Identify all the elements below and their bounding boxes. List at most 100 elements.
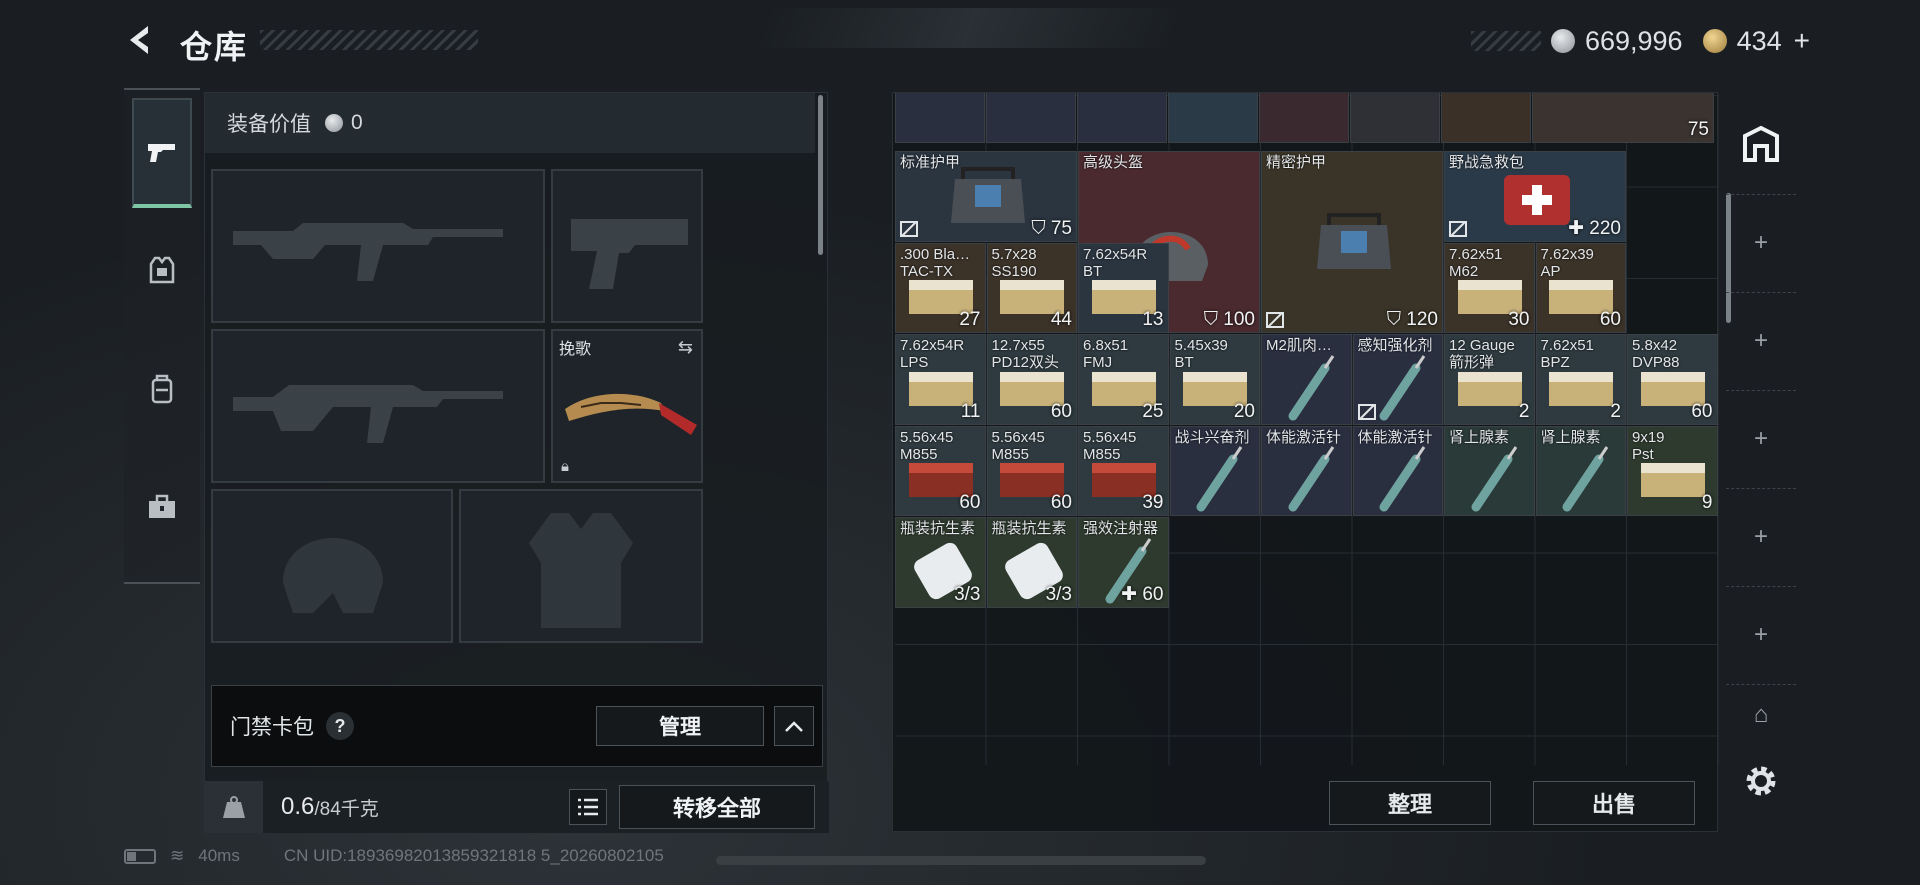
secondary-weapon-slot[interactable] xyxy=(211,329,545,483)
help-button[interactable]: ? xyxy=(326,712,354,740)
loadout-panel: 装备价值 0 挽歌 ⇆ 🔒︎ 门禁卡包 ? 管理 0.6 /84千克 转移全部 xyxy=(204,92,829,833)
loadout-scrollbar[interactable] xyxy=(818,95,823,255)
partial-item-cell[interactable] xyxy=(1350,93,1440,143)
item-name: 7.62x39 AP xyxy=(1540,245,1594,280)
stash-tab-add[interactable]: + xyxy=(1726,194,1796,290)
ping-value: 40ms xyxy=(198,846,240,865)
currency-decoration xyxy=(1470,31,1541,51)
item-count: 75 xyxy=(1687,119,1709,140)
item-name: 5.45x39 BT xyxy=(1174,337,1228,371)
list-view-button[interactable] xyxy=(569,789,607,825)
item-name: 5.56x45 M855 xyxy=(991,428,1045,463)
item-count: 3/3 xyxy=(1045,583,1072,605)
partial-item-cell[interactable]: 75 xyxy=(1532,93,1714,143)
building-icon xyxy=(1743,125,1779,162)
stash-item[interactable]: 标准护甲 ⛉ 75 xyxy=(895,151,1077,242)
stash-item[interactable]: 5.8x42 DVP88 60 xyxy=(1627,334,1718,425)
stash-item[interactable]: 战斗兴奋剂 xyxy=(1169,425,1260,516)
sidearm-slot[interactable] xyxy=(551,169,703,323)
uid-text: CN UID:18936982013859321818 5_2026080210… xyxy=(283,846,664,865)
stash-item[interactable]: 7.62x54R BT 13 xyxy=(1078,242,1169,333)
partial-item-cell[interactable] xyxy=(1441,93,1531,143)
tab-weapons[interactable] xyxy=(132,98,192,208)
helmet-slot[interactable] xyxy=(211,489,453,643)
stash-item[interactable]: 5.56x45 M855 39 xyxy=(1078,425,1169,516)
item-count: 11 xyxy=(960,400,981,422)
melee-slot[interactable]: 挽歌 ⇆ 🔒︎ xyxy=(551,329,703,483)
partial-item-cell[interactable] xyxy=(986,93,1076,143)
stash-item[interactable]: .300 Bla… TAC-TX 27 xyxy=(895,242,986,333)
partial-item-cell[interactable] xyxy=(895,93,985,143)
item-name: 肾上腺素 xyxy=(1449,428,1510,446)
tab-armor[interactable] xyxy=(132,216,192,326)
stash-item[interactable]: 强效注射器 ✚ 60 xyxy=(1078,517,1169,608)
transfer-all-button[interactable]: 转移全部 xyxy=(619,785,815,829)
add-currency-button[interactable]: + xyxy=(1794,25,1810,57)
gold-amount: 434 xyxy=(1736,25,1782,56)
item-count: 30 xyxy=(1508,309,1530,330)
stash-item[interactable]: M2肌肉… xyxy=(1261,334,1352,425)
stash-item[interactable]: 瓶装抗生素 3/3 xyxy=(895,517,986,608)
item-name: 体能激活针 xyxy=(1266,428,1342,446)
stash-item[interactable]: 体能激活针 xyxy=(1352,425,1443,516)
backpack-icon xyxy=(151,374,173,404)
equipment-value-bar: 装备价值 0 xyxy=(205,93,815,153)
item-name: 7.62x51 BPZ xyxy=(1540,337,1594,371)
collapse-button[interactable] xyxy=(774,706,814,746)
back-arrow-icon[interactable] xyxy=(124,22,160,58)
stash-item[interactable]: 5.45x39 BT 20 xyxy=(1169,334,1260,425)
stash-item[interactable]: 5.56x45 M855 60 xyxy=(895,425,986,516)
item-name: 瓶装抗生素 xyxy=(991,520,1067,537)
partial-item-cell[interactable] xyxy=(1077,93,1167,143)
stash-item[interactable]: 精密护甲 ⛉ 120 xyxy=(1261,151,1443,333)
stash-item[interactable]: 12 Gauge 箭形弹 2 xyxy=(1444,334,1535,425)
stash-item[interactable]: 体能激活针 xyxy=(1261,425,1352,516)
swap-icon[interactable]: ⇆ xyxy=(678,337,693,358)
item-name: 7.62x54R LPS xyxy=(900,337,965,371)
stash-panel: 75 标准护甲 ⛉ 75 高级头盔 ⛉ 100 精密护甲 ⛉ 120 野战急救包 ✚ 220.… xyxy=(892,92,1731,832)
stash-item[interactable]: 9x19 Pst 9 xyxy=(1627,425,1718,516)
stash-item[interactable]: 肾上腺素 xyxy=(1444,425,1535,516)
stash-tab-add[interactable]: + xyxy=(1726,488,1796,584)
keycard-title: 门禁卡包 xyxy=(230,716,314,739)
stash-item[interactable]: 野战急救包 ✚ 220 xyxy=(1444,151,1626,242)
item-name: 瓶装抗生素 xyxy=(900,520,976,537)
item-count: 2 xyxy=(1610,400,1621,422)
stash-item[interactable]: 瓶装抗生素 3/3 xyxy=(986,517,1077,608)
item-name: 战斗兴奋剂 xyxy=(1174,428,1250,446)
stash-item[interactable]: 5.56x45 M855 60 xyxy=(986,425,1077,516)
sell-button[interactable]: 出售 xyxy=(1533,781,1695,825)
partial-item-cell[interactable] xyxy=(1168,93,1258,143)
stash-tab-add[interactable]: + xyxy=(1726,586,1796,682)
item-count: ✚ 220 xyxy=(1568,217,1621,239)
stash-item[interactable]: 7.62x39 AP 60 xyxy=(1535,242,1626,333)
tab-toolbox[interactable] xyxy=(132,452,192,562)
currency-bar: 669,996 434 + xyxy=(1470,24,1810,58)
item-count: 44 xyxy=(1050,309,1072,330)
stash-item[interactable]: 感知强化剂 xyxy=(1352,334,1443,425)
item-name: M2肌肉… xyxy=(1266,337,1332,354)
stash-item[interactable]: 7.62x54R LPS 11 xyxy=(895,334,986,425)
tab-backpack[interactable] xyxy=(132,334,192,444)
stash-tab-main[interactable] xyxy=(1726,96,1796,192)
primary-weapon-slot[interactable] xyxy=(211,169,545,323)
stash-tab-add[interactable]: + xyxy=(1726,390,1796,486)
stash-item[interactable]: 6.8x51 FMJ 25 xyxy=(1078,334,1169,425)
armor-slot[interactable] xyxy=(459,489,703,643)
stash-item[interactable]: 7.62x51 M62 30 xyxy=(1444,242,1535,333)
stash-item[interactable]: 7.62x51 BPZ 2 xyxy=(1535,334,1626,425)
stash-tab-lock[interactable]: ⌂ xyxy=(1726,684,1796,744)
item-name: 野战急救包 xyxy=(1449,154,1525,171)
equipment-value: 0 xyxy=(351,111,363,134)
stash-item[interactable]: 肾上腺素 xyxy=(1535,425,1626,516)
home-indicator[interactable] xyxy=(716,856,1206,865)
stash-tab-add[interactable]: + xyxy=(1726,292,1796,388)
partial-item-cell[interactable] xyxy=(1259,93,1349,143)
stash-item[interactable]: 12.7x55 PD12双头 60 xyxy=(986,334,1077,425)
item-count: 9 xyxy=(1701,492,1713,513)
weight-current: 0.6 xyxy=(281,793,315,820)
manage-button[interactable]: 管理 xyxy=(596,706,764,746)
stash-item[interactable]: 5.7x28 SS190 44 xyxy=(986,242,1077,333)
settings-gear-icon[interactable] xyxy=(1744,764,1778,798)
sort-button[interactable]: 整理 xyxy=(1329,781,1491,825)
